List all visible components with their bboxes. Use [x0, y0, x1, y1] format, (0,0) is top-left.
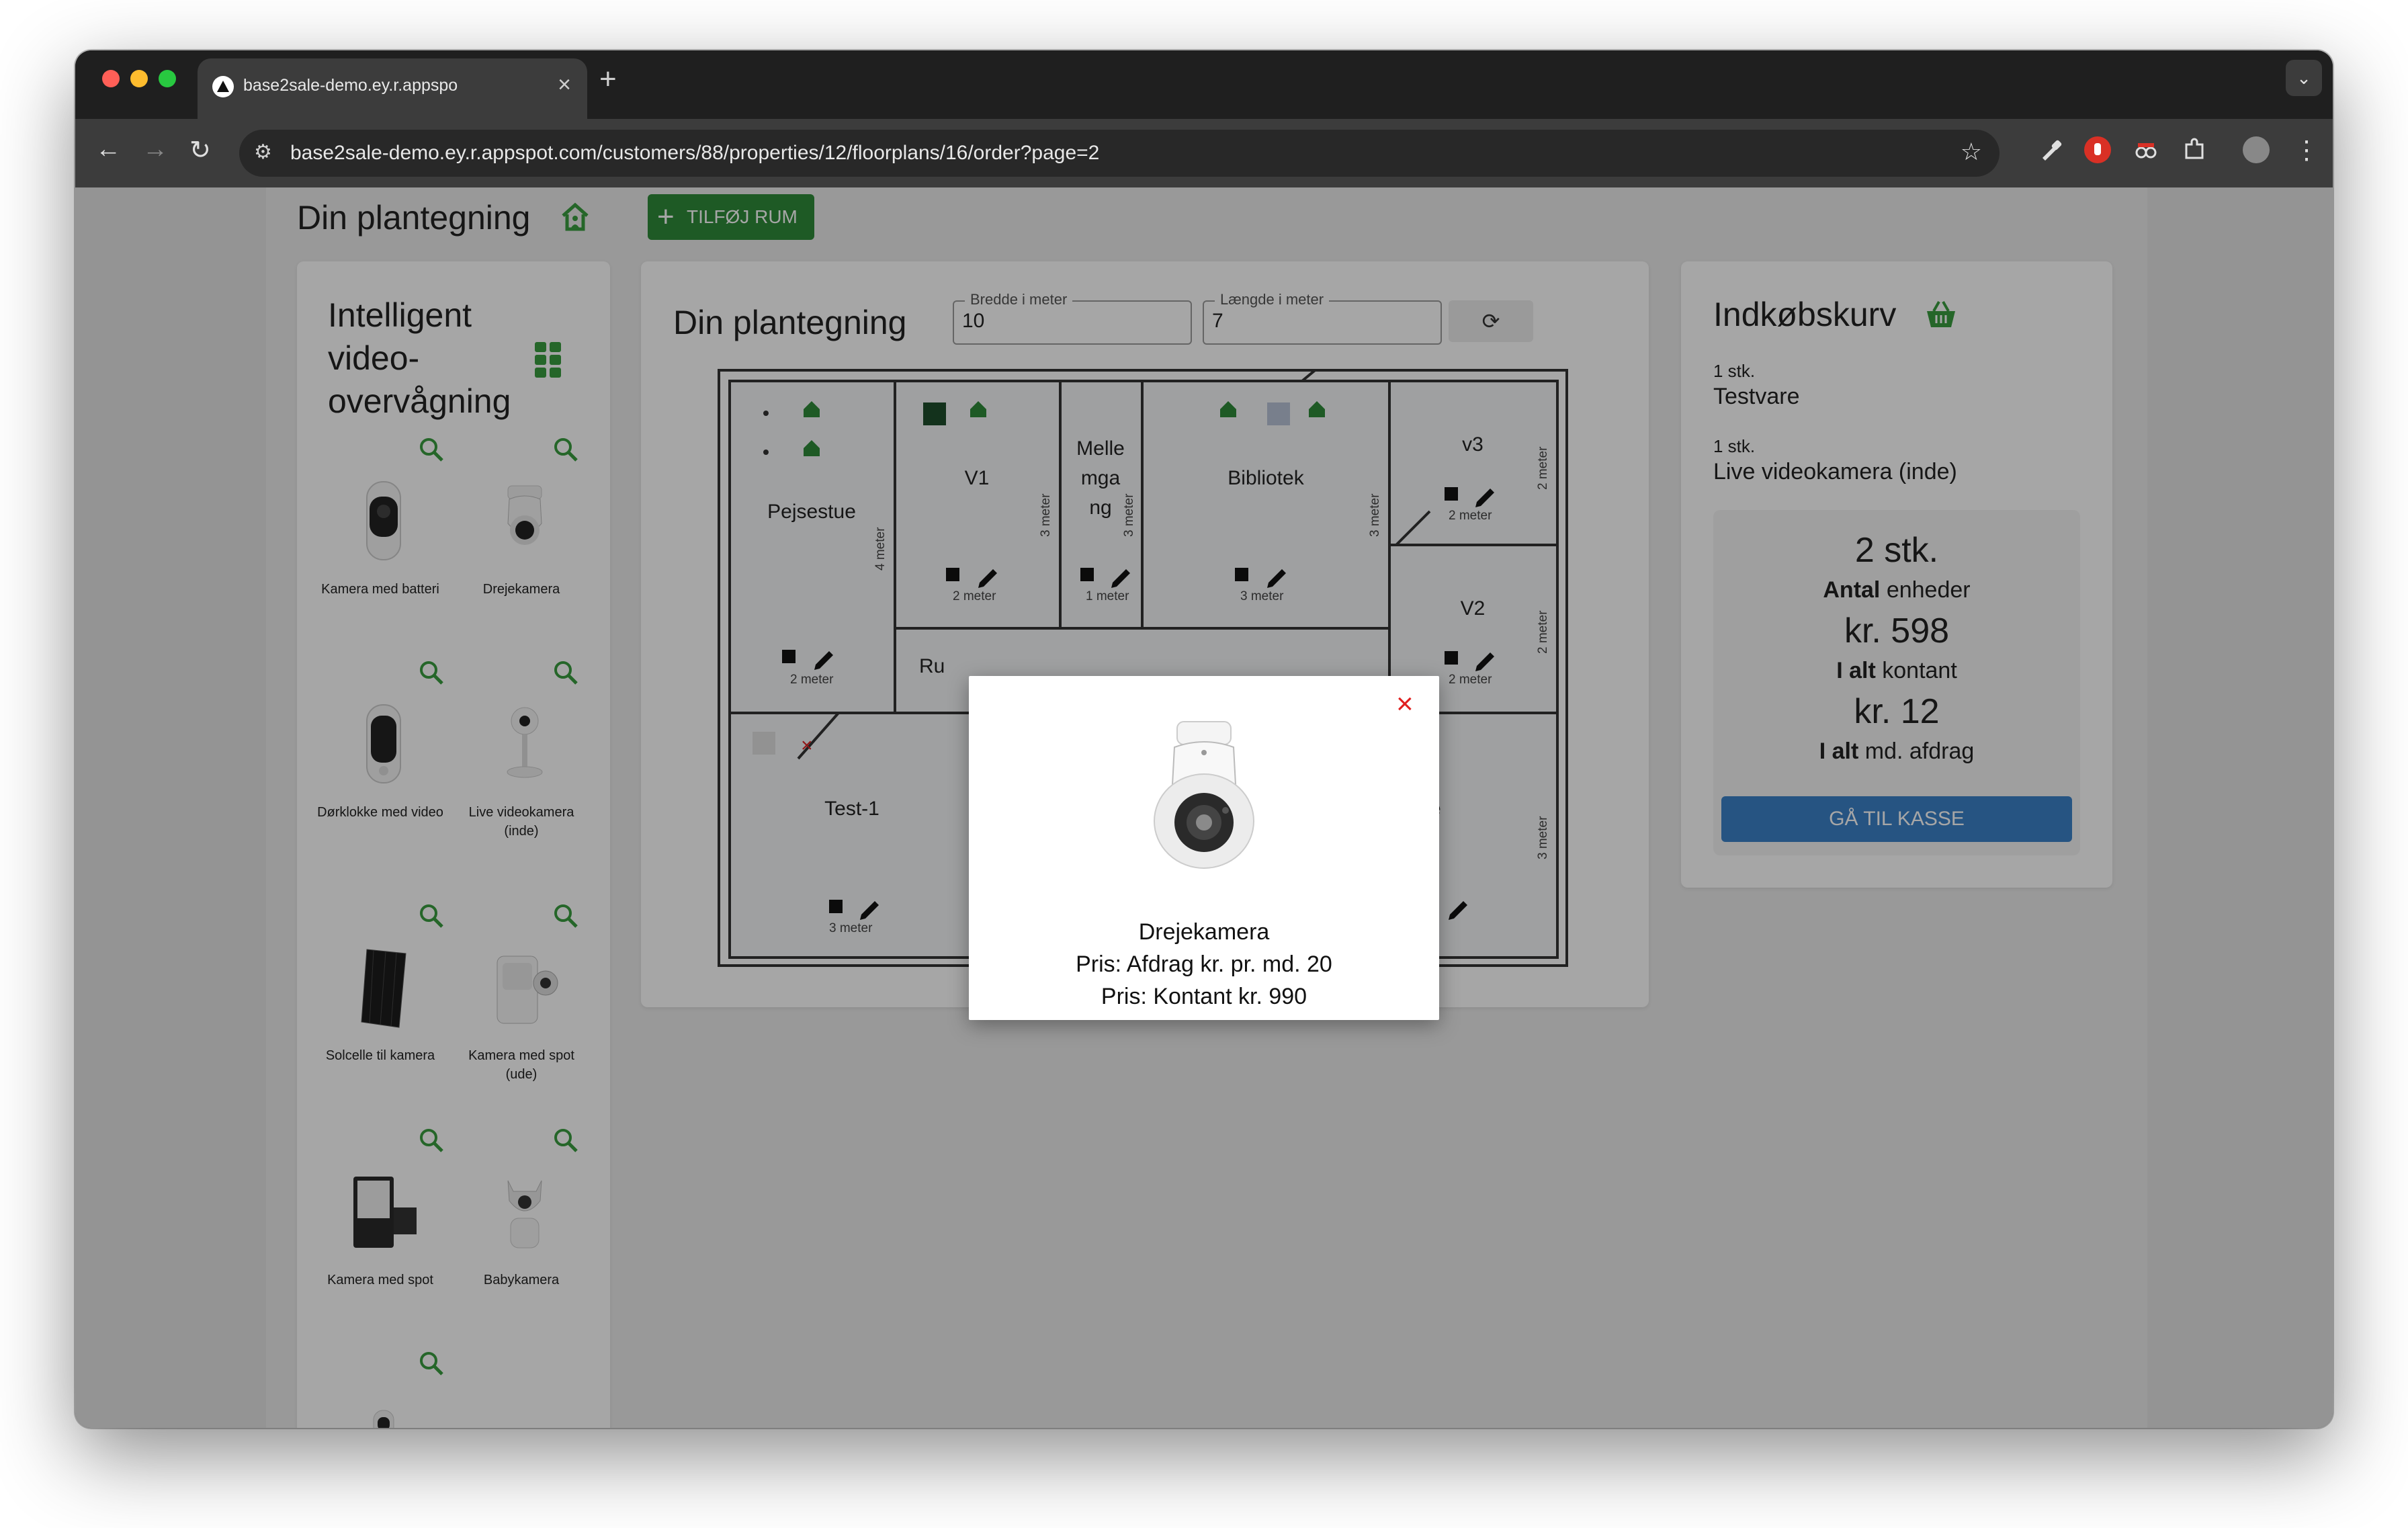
browser-tab[interactable]: base2sale-demo.ey.r.appspo × — [198, 58, 587, 119]
zoom-window-button[interactable] — [159, 70, 176, 87]
favicon-icon — [212, 76, 234, 97]
forward-icon[interactable]: → — [142, 135, 168, 164]
tab-strip: base2sale-demo.ey.r.appspo × + ⌄ — [75, 50, 2333, 119]
bookmark-star-icon[interactable]: ☆ — [1961, 138, 1982, 166]
product-detail-modal: × Drejekamera Pris: Afdrag kr. pr. md. 2… — [969, 676, 1439, 1020]
browser-toolbar: ← → ↻ ⚙ base2sale-demo.ey.r.appspot.com/… — [75, 119, 2333, 187]
reload-icon[interactable]: ↻ — [189, 135, 211, 165]
tab-title: base2sale-demo.ey.r.appspo — [243, 76, 458, 95]
adblock-extension-icon[interactable] — [2084, 136, 2111, 163]
browser-window: base2sale-demo.ey.r.appspo × + ⌄ ← → ↻ ⚙… — [75, 50, 2333, 1428]
tab-close-icon[interactable]: × — [558, 72, 571, 98]
extensions-puzzle-icon[interactable] — [2181, 136, 2208, 163]
close-window-button[interactable] — [102, 70, 120, 87]
pan-tilt-camera-image — [1150, 716, 1258, 881]
page-viewport: Din plantegning + TILFØJ RUM Intelligent… — [75, 187, 2333, 1428]
site-info-icon[interactable]: ⚙ — [254, 140, 272, 164]
close-icon[interactable]: × — [1396, 689, 1414, 719]
tab-search-button[interactable]: ⌄ — [2286, 60, 2322, 96]
browser-menu-icon[interactable]: ⋮ — [2294, 135, 2319, 165]
spy-extension-icon[interactable] — [2133, 136, 2159, 163]
eyedropper-extension-icon[interactable] — [2036, 136, 2063, 163]
profile-avatar[interactable] — [2243, 136, 2270, 163]
address-bar[interactable]: ⚙ base2sale-demo.ey.r.appspot.com/custom… — [239, 130, 2000, 177]
modal-installment-price: Pris: Afdrag kr. pr. md. 20 — [1076, 951, 1332, 977]
modal-cash-price: Pris: Kontant kr. 990 — [1101, 984, 1307, 1009]
modal-product-name: Drejekamera — [1138, 919, 1270, 945]
url-text[interactable]: base2sale-demo.ey.r.appspot.com/customer… — [290, 142, 1099, 165]
back-icon[interactable]: ← — [95, 135, 121, 164]
minimize-window-button[interactable] — [130, 70, 148, 87]
new-tab-button[interactable]: + — [599, 62, 617, 96]
